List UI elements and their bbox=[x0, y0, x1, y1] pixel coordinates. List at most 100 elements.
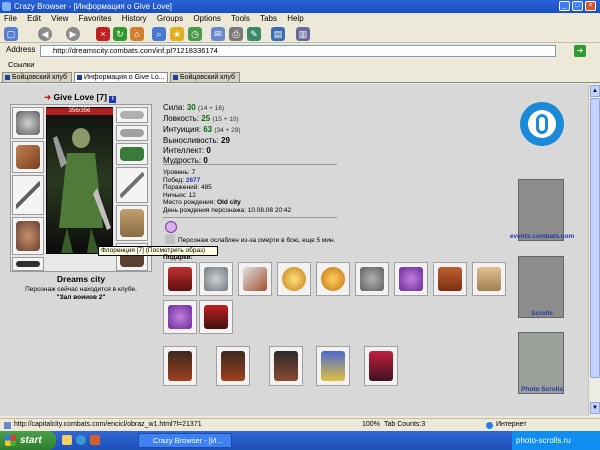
tab-label: Информация о Give Lo... bbox=[84, 74, 165, 81]
info-row-draws: Ничьих: 12 bbox=[163, 191, 196, 199]
menu-tools[interactable]: Tools bbox=[227, 13, 254, 25]
tab-combats-club-2[interactable]: Бойцовский клуб bbox=[170, 72, 240, 83]
links-label[interactable]: Ссылки bbox=[8, 60, 34, 69]
refresh-icon[interactable]: ↻ bbox=[113, 27, 127, 41]
menu-favorites[interactable]: Favorites bbox=[75, 13, 116, 25]
gift-item[interactable] bbox=[163, 300, 197, 334]
profile-badge-icon[interactable] bbox=[520, 102, 564, 146]
minimize-button[interactable]: _ bbox=[559, 1, 570, 11]
edit-icon[interactable]: ✎ bbox=[247, 27, 261, 41]
gift-item[interactable] bbox=[199, 300, 233, 334]
shield-slot[interactable] bbox=[116, 167, 148, 203]
menu-view[interactable]: View bbox=[47, 13, 72, 25]
amulet-slot[interactable] bbox=[116, 125, 148, 141]
tab-page-icon bbox=[173, 75, 178, 80]
photo-scrolls-banner[interactable] bbox=[518, 332, 564, 394]
trauma-effect-icon[interactable] bbox=[165, 234, 175, 244]
bracers-slot[interactable] bbox=[12, 141, 44, 173]
scroll-down-icon[interactable]: ▼ bbox=[590, 402, 600, 414]
gift-item[interactable] bbox=[277, 262, 311, 296]
events-banner[interactable] bbox=[518, 179, 564, 241]
groups-icon[interactable]: ▤ bbox=[271, 27, 285, 41]
maximize-button[interactable]: □ bbox=[572, 1, 583, 11]
gift-item[interactable] bbox=[216, 346, 250, 386]
menu-help[interactable]: Help bbox=[283, 13, 307, 25]
belt-slot[interactable] bbox=[12, 257, 44, 271]
divider bbox=[163, 164, 337, 165]
favorites-star-icon[interactable]: ★ bbox=[170, 27, 184, 41]
print-icon[interactable]: ⎙ bbox=[229, 27, 243, 41]
menu-history[interactable]: History bbox=[118, 13, 151, 25]
gift-item[interactable] bbox=[316, 262, 350, 296]
helmet-slot[interactable] bbox=[12, 107, 44, 139]
info-row-level: Уровень: 7 bbox=[163, 169, 196, 176]
gift-item[interactable] bbox=[199, 262, 233, 296]
gift-item[interactable] bbox=[394, 262, 428, 296]
city-name: Dreams city bbox=[56, 274, 106, 284]
quicklaunch-ie-icon[interactable] bbox=[76, 435, 86, 445]
events-link[interactable]: events.combats.com bbox=[508, 233, 576, 240]
gift-item[interactable] bbox=[238, 262, 272, 296]
scrolls-banner[interactable] bbox=[518, 256, 564, 318]
back-icon[interactable]: ◀ bbox=[38, 27, 52, 41]
zoom-level[interactable]: 100% bbox=[362, 419, 380, 431]
new-window-icon[interactable]: ▢ bbox=[4, 27, 18, 41]
scrolls-link[interactable]: Scrolls bbox=[508, 310, 576, 317]
weakness-text: Персонаж ослаблен из-за смерти в бою, ещ… bbox=[178, 237, 336, 244]
earrings-slot[interactable] bbox=[116, 107, 148, 123]
address-bar: Address http://dreamscity.combats.com/in… bbox=[0, 44, 600, 58]
mail-icon[interactable]: ✉ bbox=[211, 27, 225, 41]
history-icon[interactable]: ◷ bbox=[188, 27, 202, 41]
menu-tabs[interactable]: Tabs bbox=[256, 13, 281, 25]
tab-label: Бойцовский клуб bbox=[12, 74, 68, 81]
gift-item[interactable] bbox=[269, 346, 303, 386]
stop-icon[interactable]: × bbox=[96, 27, 110, 41]
close-button[interactable]: × bbox=[585, 1, 596, 11]
home-icon[interactable]: ⌂ bbox=[130, 27, 144, 41]
menu-options[interactable]: Options bbox=[189, 13, 225, 25]
gift-item[interactable] bbox=[163, 262, 197, 296]
tab-strip: Бойцовский клуб Информация о Give Lo... … bbox=[0, 71, 600, 83]
gift-item[interactable] bbox=[472, 262, 506, 296]
system-tray: photo-scrolls.ru bbox=[512, 431, 600, 450]
gift-item[interactable] bbox=[316, 346, 350, 386]
tab-combats-club-1[interactable]: Бойцовский клуб bbox=[2, 72, 72, 83]
menu-groups[interactable]: Groups bbox=[153, 13, 187, 25]
gift-item[interactable] bbox=[364, 346, 398, 386]
info-row-birthplace: Место рождения: Old city bbox=[163, 199, 241, 207]
start-button[interactable]: start bbox=[0, 431, 56, 450]
scroll-up-icon[interactable]: ▲ bbox=[590, 85, 600, 97]
armor-slot[interactable] bbox=[12, 217, 44, 255]
window-titlebar: Crazy Browser - [Информация о Give Love]… bbox=[0, 0, 600, 13]
tab-page-icon bbox=[77, 75, 82, 80]
character-header: ➜ Give Love [7] i bbox=[44, 92, 117, 103]
photo-scrolls-link[interactable]: Photo Scrolls bbox=[508, 386, 576, 393]
info-icon[interactable]: i bbox=[109, 96, 117, 103]
weapon-slot[interactable] bbox=[12, 175, 44, 215]
menu-edit[interactable]: Edit bbox=[23, 13, 45, 25]
tray-text: photo-scrolls.ru bbox=[516, 436, 571, 445]
character-name[interactable]: Give Love bbox=[54, 92, 95, 102]
scroll-thumb[interactable] bbox=[590, 98, 600, 378]
tab-label: Бойцовский клуб bbox=[180, 74, 236, 81]
leggings-slot[interactable] bbox=[116, 205, 148, 241]
address-input[interactable]: http://dreamscity.combats.com/inf.pl?121… bbox=[40, 45, 556, 57]
options-icon[interactable]: ▥ bbox=[296, 27, 310, 41]
character-image[interactable] bbox=[46, 107, 113, 254]
info-row-birthday: День рождения персонажа: 10.08.08 20:42 bbox=[163, 206, 292, 214]
gift-item[interactable] bbox=[163, 346, 197, 386]
tab-give-love-info[interactable]: Информация о Give Lo... bbox=[74, 72, 168, 83]
gift-item[interactable] bbox=[355, 262, 389, 296]
vertical-scrollbar[interactable]: ▲ ▼ bbox=[588, 84, 600, 416]
menu-file[interactable]: File bbox=[0, 13, 21, 25]
taskbar-crazy-browser[interactable]: Crazy Browser - [И... bbox=[138, 433, 232, 448]
gift-item[interactable] bbox=[433, 262, 467, 296]
forward-icon[interactable]: ▶ bbox=[66, 27, 80, 41]
quicklaunch-folder-icon[interactable] bbox=[62, 435, 72, 445]
curse-effect-icon[interactable] bbox=[165, 221, 177, 233]
tab-count: Tab Counts:3 bbox=[384, 421, 426, 428]
search-icon[interactable]: ⌕ bbox=[152, 27, 166, 41]
go-arrow-icon[interactable]: ➜ bbox=[574, 45, 586, 57]
gloves-slot[interactable] bbox=[116, 143, 148, 165]
quicklaunch-app-icon[interactable] bbox=[90, 435, 100, 445]
